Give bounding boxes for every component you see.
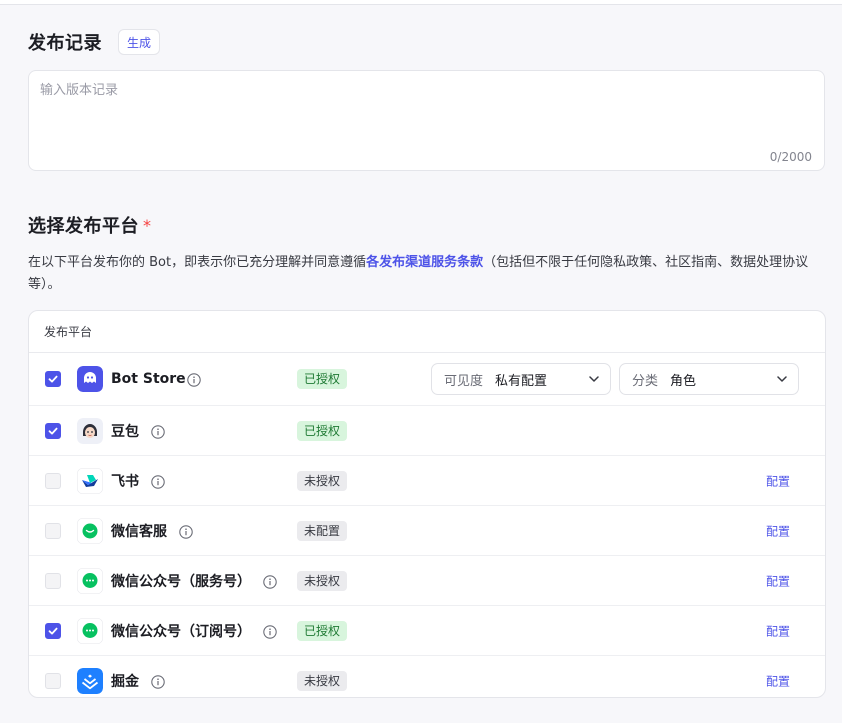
platform-name: 豆包: [111, 423, 139, 440]
platform-name: 掘金: [111, 673, 139, 690]
platforms-table: 发布平台 Bot Store 已授权 可见度 私有配置 分类 角色 豆包 已授权: [28, 310, 826, 698]
info-icon[interactable]: [263, 574, 277, 589]
top-divider: [0, 0, 842, 5]
visibility-label: 可见度: [444, 373, 484, 389]
status-badge: 未配置: [297, 520, 348, 541]
release-notes-box: 0/2000: [28, 70, 825, 171]
juejin-icon: [77, 667, 103, 694]
chevron-down-icon: [589, 376, 599, 382]
info-icon[interactable]: [151, 474, 165, 489]
chevron-down-icon: [777, 376, 787, 382]
table-header-label: 发布平台: [44, 325, 93, 339]
wechat-icon: [77, 517, 103, 544]
platform-row-doubao: 豆包 已授权: [29, 406, 825, 456]
release-notes-input[interactable]: [40, 79, 810, 149]
bot-store-icon: [77, 366, 103, 392]
platform-row-feishu: 飞书 未授权 配置: [29, 456, 825, 506]
configure-link[interactable]: 配置: [766, 472, 790, 489]
generate-button[interactable]: 生成: [118, 29, 161, 55]
wechat-icon: [77, 617, 103, 644]
platform-name: 微信客服: [111, 523, 167, 540]
platform-name: 微信公众号（订阅号）: [111, 623, 251, 640]
platform-checkbox[interactable]: [45, 472, 61, 489]
platform-row-wechat-official-service: 微信公众号（服务号） 未授权 配置: [29, 556, 825, 606]
platform-checkbox[interactable]: [45, 572, 61, 589]
configure-link[interactable]: 配置: [766, 622, 790, 639]
category-select[interactable]: 分类 角色: [619, 363, 799, 395]
configure-link[interactable]: 配置: [766, 672, 790, 689]
status-badge: 未授权: [297, 670, 348, 691]
platforms-title: 选择发布平台: [28, 216, 139, 237]
required-mark: *: [143, 215, 151, 235]
info-icon[interactable]: [151, 424, 165, 439]
platform-name: 飞书: [111, 473, 139, 490]
platforms-description: 在以下平台发布你的 Bot，即表示你已充分理解并同意遵循各发布渠道服务条款（包括…: [28, 252, 828, 296]
release-notes-title: 发布记录: [28, 33, 102, 54]
platform-row-wechat-service: 微信客服 未配置 配置: [29, 506, 825, 556]
table-header: 发布平台: [29, 311, 825, 353]
status-badge: 未授权: [297, 470, 348, 491]
category-label: 分类: [632, 373, 659, 389]
info-icon[interactable]: [151, 674, 165, 689]
platform-checkbox[interactable]: [45, 522, 61, 539]
platform-checkbox[interactable]: [45, 622, 61, 639]
platform-checkbox[interactable]: [45, 422, 61, 439]
platform-name: Bot Store: [111, 371, 186, 387]
char-counter: 0/2000: [769, 150, 812, 164]
platform-row-juejin: 掘金 未授权 配置: [29, 656, 825, 697]
info-icon[interactable]: [263, 624, 277, 639]
visibility-value: 私有配置: [495, 373, 548, 389]
visibility-select[interactable]: 可见度 私有配置: [431, 363, 611, 395]
status-badge: 未授权: [297, 570, 348, 591]
desc-text-before: 在以下平台发布你的 Bot，即表示你已充分理解并同意遵循: [28, 255, 367, 270]
platform-row-wechat-official-subscription: 微信公众号（订阅号） 已授权 配置: [29, 606, 825, 656]
info-icon[interactable]: [187, 372, 201, 387]
release-notes-header: 发布记录 生成: [28, 29, 161, 55]
platform-checkbox[interactable]: [45, 371, 61, 387]
platform-name: 微信公众号（服务号）: [111, 573, 251, 590]
status-badge: 已授权: [297, 369, 348, 389]
platforms-header: 选择发布平台 *: [28, 212, 151, 238]
platform-checkbox[interactable]: [45, 672, 61, 689]
status-badge: 已授权: [297, 620, 348, 641]
doubao-icon: [77, 417, 103, 444]
platform-row-bot-store: Bot Store 已授权 可见度 私有配置 分类 角色: [29, 353, 825, 406]
status-badge: 已授权: [297, 420, 348, 441]
wechat-icon: [77, 567, 103, 594]
feishu-icon: [77, 467, 103, 494]
configure-link[interactable]: 配置: [766, 572, 790, 589]
configure-link[interactable]: 配置: [766, 522, 790, 539]
info-icon[interactable]: [179, 524, 193, 539]
category-value: 角色: [670, 373, 697, 389]
terms-link[interactable]: 各发布渠道服务条款: [366, 255, 483, 270]
